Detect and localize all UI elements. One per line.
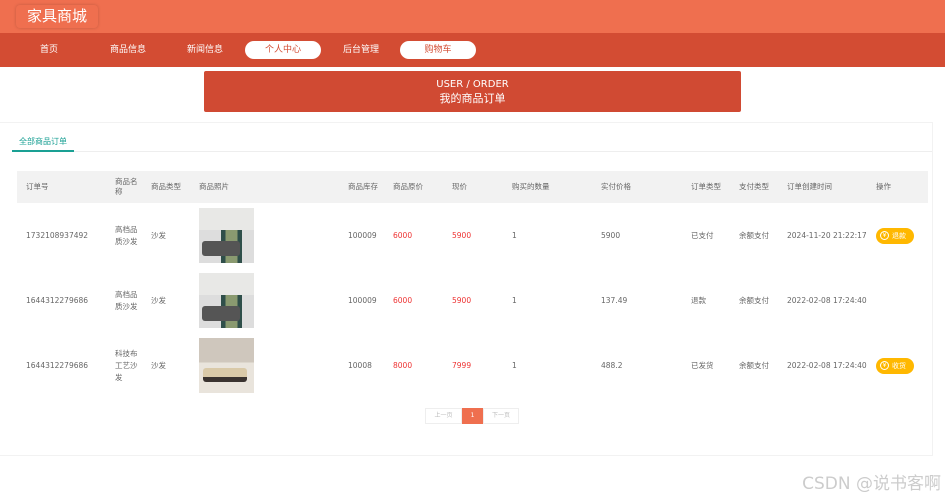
price: 5900: [452, 295, 472, 305]
product-name: 高档品质沙发: [115, 289, 138, 311]
next-page-button[interactable]: 下一页: [483, 408, 519, 424]
yen-icon: ¥: [880, 231, 889, 240]
order-status: 已支付: [691, 230, 714, 240]
pay-type: 余额支付: [739, 230, 769, 240]
created-time: 2022-02-08 17:24:40: [787, 360, 867, 370]
product-name: 科技布工艺沙发: [115, 348, 138, 382]
paid: 5900: [601, 230, 621, 240]
product-photo-cell: [199, 333, 348, 398]
tab-divider: [12, 151, 932, 152]
col-pay-type: 支付类型: [739, 171, 787, 203]
receive-label: 收货: [892, 361, 906, 370]
created-time: 2022-02-08 17:24:40: [787, 295, 867, 305]
product-photo-cell: [199, 268, 348, 333]
product-photo[interactable]: [199, 273, 254, 328]
action-cell: [876, 268, 928, 333]
price: 5900: [452, 230, 472, 240]
col-name: 商品名称: [115, 171, 151, 203]
product-photo-cell: [199, 203, 348, 268]
product-type: 沙发: [151, 230, 166, 240]
page-banner: USER / ORDER 我的商品订单: [204, 71, 741, 112]
main-nav: 首页 商品信息 新闻信息 个人中心 后台管理 购物车: [0, 33, 945, 67]
nav-cart[interactable]: 购物车: [400, 41, 476, 59]
col-order-no: 订单号: [17, 171, 115, 203]
qty: 1: [512, 230, 517, 240]
order-status: 已发货: [691, 360, 714, 370]
product-name: 高档品质沙发: [115, 224, 138, 246]
paid: 137.49: [601, 295, 628, 305]
col-orig-price: 商品原价: [393, 171, 452, 203]
order-status: 退款: [691, 295, 706, 305]
order-no: 1732108937492: [26, 230, 89, 240]
pagination: 上一页 1 下一页: [425, 408, 519, 424]
product-type: 沙发: [151, 295, 166, 305]
col-time: 订单创建时间: [787, 171, 876, 203]
nav-products[interactable]: 商品信息: [90, 41, 166, 59]
page-1-button[interactable]: 1: [462, 408, 483, 424]
refund-button[interactable]: ¥ 退款: [876, 227, 914, 244]
action-cell: ¥ 退款: [876, 203, 928, 268]
action-cell: ¥ 收货: [876, 333, 928, 398]
order-no: 1644312279686: [26, 360, 89, 370]
table-header: 订单号 商品名称 商品类型 商品照片 商品库存 商品原价 现价 购买的数量 实付…: [17, 171, 928, 203]
col-type: 商品类型: [151, 171, 199, 203]
col-stock: 商品库存: [348, 171, 393, 203]
qty: 1: [512, 360, 517, 370]
paid: 488.2: [601, 360, 623, 370]
orders-table: 订单号 商品名称 商品类型 商品照片 商品库存 商品原价 现价 购买的数量 实付…: [17, 171, 928, 398]
stock: 100009: [348, 295, 377, 305]
price: 7999: [452, 360, 472, 370]
banner-title: USER / ORDER: [436, 79, 509, 90]
watermark: CSDN @说书客啊: [802, 474, 941, 494]
qty: 1: [512, 295, 517, 305]
created-time: 2024-11-20 21:22:17: [787, 230, 867, 240]
stock: 100009: [348, 230, 377, 240]
nav-news[interactable]: 新闻信息: [167, 41, 243, 59]
orig-price: 6000: [393, 295, 413, 305]
nav-admin[interactable]: 后台管理: [323, 41, 399, 59]
yen-icon: ¥: [880, 361, 889, 370]
nav-user-center[interactable]: 个人中心: [245, 41, 321, 59]
col-paid: 实付价格: [601, 171, 691, 203]
order-no: 1644312279686: [26, 295, 89, 305]
product-photo[interactable]: [199, 208, 254, 263]
col-photo: 商品照片: [199, 171, 348, 203]
pay-type: 余额支付: [739, 295, 769, 305]
nav-home[interactable]: 首页: [11, 41, 87, 59]
table-row: 1644312279686 科技布工艺沙发 沙发 10008 8000 7999…: [17, 333, 928, 398]
table-row: 1732108937492 高档品质沙发 沙发 100009 6000 5900…: [17, 203, 928, 268]
refund-label: 退款: [892, 231, 906, 240]
receive-button[interactable]: ¥ 收货: [876, 357, 914, 374]
col-action: 操作: [876, 171, 928, 203]
col-price: 现价: [452, 171, 512, 203]
orig-price: 6000: [393, 230, 413, 240]
pay-type: 余额支付: [739, 360, 769, 370]
stock: 10008: [348, 360, 372, 370]
product-type: 沙发: [151, 360, 166, 370]
col-qty: 购买的数量: [512, 171, 601, 203]
prev-page-button[interactable]: 上一页: [425, 408, 462, 424]
table-row: 1644312279686 高档品质沙发 沙发 100009 6000 5900…: [17, 268, 928, 333]
site-logo[interactable]: 家具商城: [16, 5, 99, 28]
col-status: 订单类型: [691, 171, 739, 203]
banner-subtitle: 我的商品订单: [439, 92, 506, 105]
orig-price: 8000: [393, 360, 413, 370]
tab-all-orders[interactable]: 全部商品订单: [12, 133, 74, 152]
top-bar: 家具商城: [0, 0, 945, 33]
product-photo[interactable]: [199, 338, 254, 393]
